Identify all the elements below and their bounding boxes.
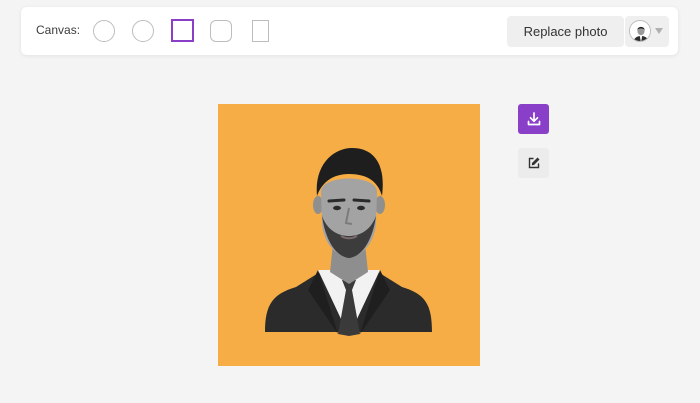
- toolbar: Canvas: Replace photo: [21, 7, 678, 55]
- avatar-person-icon: [630, 21, 650, 41]
- download-icon: [527, 112, 540, 126]
- canvas-shape-rounded-square[interactable]: [210, 20, 232, 42]
- canvas-shape-circle[interactable]: [93, 20, 115, 42]
- photo-preview: [218, 104, 480, 366]
- edit-button[interactable]: [518, 148, 549, 178]
- chevron-down-icon: [655, 28, 663, 34]
- replace-photo-label: Replace photo: [523, 24, 608, 39]
- portrait-image: [218, 104, 480, 366]
- canvas-shape-circle-alt[interactable]: [132, 20, 154, 42]
- canvas-label: Canvas:: [36, 23, 81, 37]
- avatar: [629, 20, 651, 42]
- replace-photo-button[interactable]: Replace photo: [507, 16, 624, 47]
- edit-icon: [528, 157, 539, 169]
- avatar-dropdown[interactable]: [625, 16, 669, 47]
- canvas-shape-square[interactable]: [171, 19, 194, 42]
- canvas-shape-portrait[interactable]: [252, 20, 269, 42]
- download-button[interactable]: [518, 104, 549, 134]
